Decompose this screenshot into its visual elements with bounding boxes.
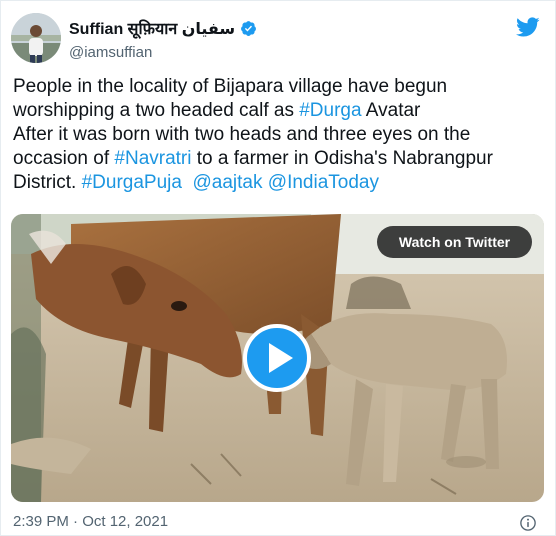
- tweet-text-segment: District.: [13, 172, 82, 193]
- watch-on-twitter-button[interactable]: Watch on Twitter: [377, 226, 532, 258]
- tweet-text-line: occasion of #Navratri to a farmer in Odi…: [13, 147, 549, 171]
- twitter-bird-icon[interactable]: [515, 15, 541, 39]
- hashtag-link[interactable]: #DurgaPuja: [82, 172, 182, 193]
- author-names: Suffian सूफ़ियान سفیان @iamsuffian: [69, 17, 257, 61]
- tweet-text-segment: occasion of: [13, 148, 115, 169]
- video-media[interactable]: Watch on Twitter: [11, 214, 544, 502]
- avatar-photo-icon: [11, 13, 61, 63]
- mention-link[interactable]: @IndiaToday: [268, 172, 379, 193]
- tweet-text-line: District. #DurgaPuja @aajtak @IndiaToday: [13, 171, 549, 195]
- hashtag-link[interactable]: #Navratri: [114, 148, 191, 169]
- play-icon: [269, 343, 293, 373]
- hashtag-link[interactable]: #Durga: [299, 100, 361, 121]
- tweet-footer: 2:39 PM · Oct 12, 2021: [13, 513, 545, 533]
- tweet-timestamp[interactable]: 2:39 PM · Oct 12, 2021: [13, 513, 168, 530]
- author-name-row[interactable]: Suffian सूफ़ियान سفیان: [69, 17, 257, 39]
- tweet-text-line: People in the locality of Bijapara villa…: [13, 75, 549, 99]
- tweet-text: People in the locality of Bijapara villa…: [13, 75, 549, 195]
- tweet-card: Suffian सूफ़ियान سفیان @iamsuffian Peopl…: [0, 0, 556, 536]
- tweet-text-segment: to a farmer in Odisha's Nabrangpur: [191, 148, 493, 169]
- tweet-text-segment: [182, 172, 193, 193]
- play-button[interactable]: [243, 324, 311, 392]
- mention-link[interactable]: @aajtak: [193, 172, 263, 193]
- tweet-text-segment: People in the locality of Bijapara villa…: [13, 76, 448, 97]
- tweet-text-line: worshipping a two headed calf as #Durga …: [13, 99, 549, 123]
- author-handle[interactable]: @iamsuffian: [69, 44, 257, 61]
- tweet-text-segment: worshipping a two headed calf as: [13, 100, 300, 121]
- tweet-text-segment: After it was born with two heads and thr…: [13, 124, 471, 145]
- info-icon[interactable]: [519, 514, 537, 532]
- tweet-text-segment: Avatar: [361, 100, 421, 121]
- verified-badge-icon: [241, 20, 257, 36]
- author-avatar[interactable]: [11, 13, 61, 63]
- author-display-name[interactable]: Suffian सूफ़ियान سفیان: [69, 17, 235, 39]
- tweet-text-line: After it was born with two heads and thr…: [13, 123, 549, 147]
- tweet-header: Suffian सूफ़ियान سفیان @iamsuffian: [11, 13, 547, 65]
